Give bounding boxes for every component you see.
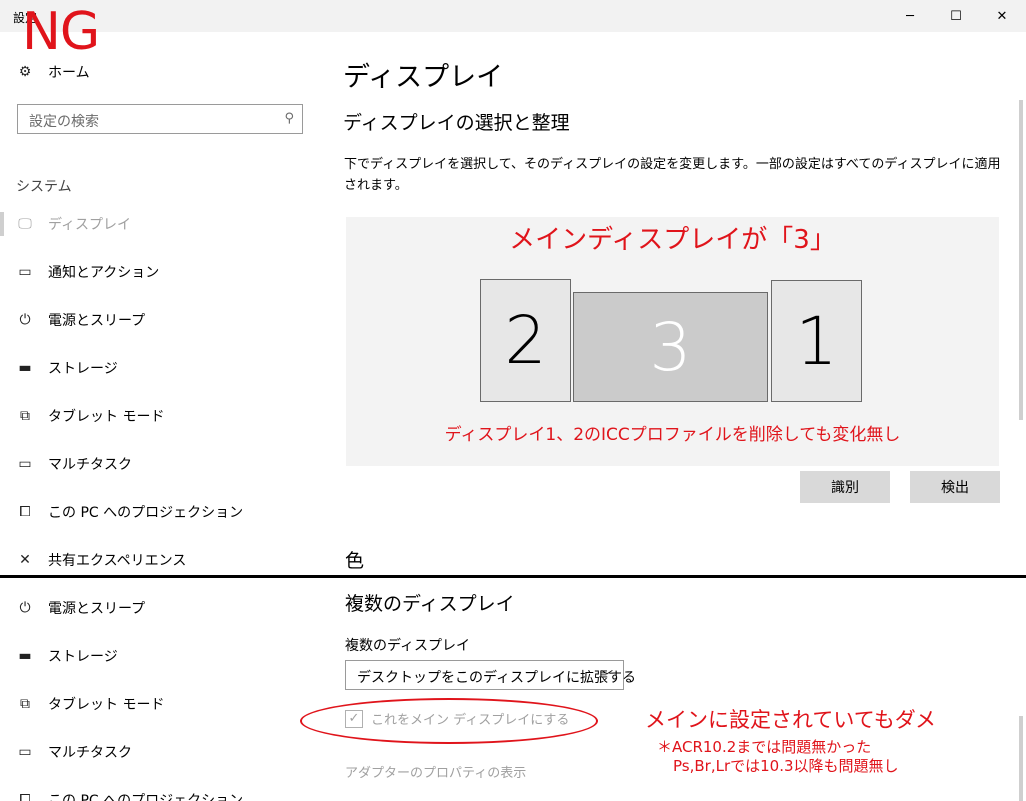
title-bar: 設定 ─ ☐ ✕ [0, 0, 1026, 32]
gear-icon: ⚙ [18, 64, 32, 80]
sidebar-item-label: 電源とスリープ [48, 601, 146, 617]
icc-annotation: ディスプレイ1、2のICCプロファイルを削除しても変化無し [444, 425, 901, 445]
ng-annotation: NG [22, 2, 100, 62]
monitor-2[interactable]: 2 [480, 279, 571, 402]
detect-button[interactable]: 検出 [910, 471, 1000, 503]
multi-display-label: 複数のディスプレイ [345, 638, 471, 654]
sidebar-item-home[interactable]: ⚙ ホーム [16, 60, 90, 84]
dame-annotation: メインに設定されていてもダメ [645, 708, 937, 732]
sidebar-item-notifications[interactable]: ▭ 通知とアクション [16, 260, 159, 284]
page-title: ディスプレイ [343, 62, 504, 93]
sidebar-item-projection[interactable]: ⧠ この PC へのプロジェクション [16, 500, 243, 524]
sidebar-item-label: マルチタスク [48, 745, 132, 761]
highlight-oval [300, 698, 598, 744]
search-icon: ⚲ [284, 111, 294, 126]
notification-icon: ▭ [18, 264, 32, 280]
settings-window-top: 設定 ─ ☐ ✕ NG ⚙ ホーム 設定の検索 ⚲ システム 🖵 ディスプレイ … [0, 0, 1026, 575]
adapter-properties-link[interactable]: アダプターのプロパティの表示 [345, 762, 526, 781]
tablet-mode-icon: ⧉ [20, 408, 30, 424]
storage-icon: ▬ [18, 360, 32, 376]
sidebar-item-label: タブレット モード [48, 409, 165, 425]
color-heading: 色 [345, 550, 365, 572]
sidebar-item-projection[interactable]: ⧠ この PC へのプロジェクション [16, 788, 243, 801]
projection-icon: ⧠ [19, 504, 31, 520]
multi-display-value: デスクトップをこのディスプレイに拡張する [357, 670, 637, 686]
sidebar-item-label: ホーム [48, 65, 90, 81]
monitor-3[interactable]: 3 [573, 292, 768, 402]
sidebar-item-multitasking[interactable]: ▭ マルチタスク [16, 452, 132, 476]
tablet-mode-icon: ⧉ [20, 696, 30, 712]
storage-icon: ▬ [18, 648, 32, 664]
sidebar-item-label: 電源とスリープ [48, 313, 146, 329]
chevron-down-icon: ﹀ [600, 669, 613, 683]
sidebar-item-label: 共有エクスペリエンス [48, 553, 187, 569]
sidebar-item-power[interactable]: ⏻ 電源とスリープ [16, 596, 145, 620]
sidebar-item-label: ストレージ [48, 649, 118, 665]
sidebar-item-power[interactable]: ⏻ 電源とスリープ [16, 308, 145, 332]
minimize-button[interactable]: ─ [887, 0, 933, 32]
sidebar-item-storage[interactable]: ▬ ストレージ [16, 644, 118, 668]
power-icon: ⏻ [19, 312, 31, 328]
sidebar-item-label: ディスプレイ [48, 217, 132, 233]
sidebar-item-label: この PC へのプロジェクション [48, 505, 244, 521]
settings-window-bottom: ⏻ 電源とスリープ ▬ ストレージ ⧉ タブレット モード ▭ マルチタスク ⧠… [0, 578, 1026, 801]
main-display-annotation: メインディスプレイが「3」 [509, 225, 836, 255]
sidebar-item-shared-experiences[interactable]: ✕ 共有エクスペリエンス [16, 548, 186, 572]
arrange-description: 下でディスプレイを選択して、そのディスプレイの設定を変更します。一部の設定はすべ… [344, 157, 1001, 193]
scrollbar-thumb[interactable] [1019, 716, 1023, 801]
identify-button[interactable]: 識別 [800, 471, 890, 503]
multitask-icon: ▭ [18, 456, 32, 472]
version-note-annotation: ＊ACR10.2までは問題無かった Ps,Br,Lrでは10.3以降も問題無し [657, 738, 899, 776]
sidebar-item-tablet-mode[interactable]: ⧉ タブレット モード [16, 404, 164, 428]
arrange-heading: ディスプレイの選択と整理 [343, 112, 570, 134]
note-line-1: ＊ACR10.2までは問題無かった [657, 738, 872, 756]
power-icon: ⏻ [19, 600, 31, 616]
sidebar-item-multitasking[interactable]: ▭ マルチタスク [16, 740, 132, 764]
sidebar-item-display[interactable]: 🖵 ディスプレイ [16, 212, 131, 236]
shared-experience-icon: ✕ [19, 552, 31, 568]
multi-display-heading: 複数のディスプレイ [345, 593, 515, 615]
sidebar-section-label: システム [16, 179, 72, 195]
sidebar-item-label: 通知とアクション [48, 265, 160, 281]
note-line-2: Ps,Br,Lrでは10.3以降も問題無し [673, 757, 899, 775]
scrollbar-thumb[interactable] [1019, 100, 1023, 420]
display-arrangement-area[interactable]: メインディスプレイが「3」 2 3 1 ディスプレイ1、2のICCプロファイルを… [346, 217, 999, 466]
sidebar-item-tablet-mode[interactable]: ⧉ タブレット モード [16, 692, 164, 716]
multi-display-select[interactable]: デスクトップをこのディスプレイに拡張する ﹀ [345, 660, 636, 690]
sidebar-item-label: ストレージ [48, 361, 118, 377]
sidebar-item-label: この PC へのプロジェクション [48, 793, 244, 801]
search-placeholder: 設定の検索 [29, 114, 99, 130]
active-indicator [0, 212, 4, 236]
sidebar-item-label: マルチタスク [48, 457, 132, 473]
search-input[interactable]: 設定の検索 ⚲ [17, 104, 303, 134]
monitor-icon: 🖵 [18, 216, 32, 232]
close-button[interactable]: ✕ [979, 0, 1025, 32]
sidebar-item-storage[interactable]: ▬ ストレージ [16, 356, 118, 380]
sidebar-item-label: タブレット モード [48, 697, 165, 713]
multitask-icon: ▭ [18, 744, 32, 760]
maximize-button[interactable]: ☐ [933, 0, 979, 32]
projection-icon: ⧠ [19, 792, 31, 801]
monitor-1[interactable]: 1 [771, 280, 862, 402]
